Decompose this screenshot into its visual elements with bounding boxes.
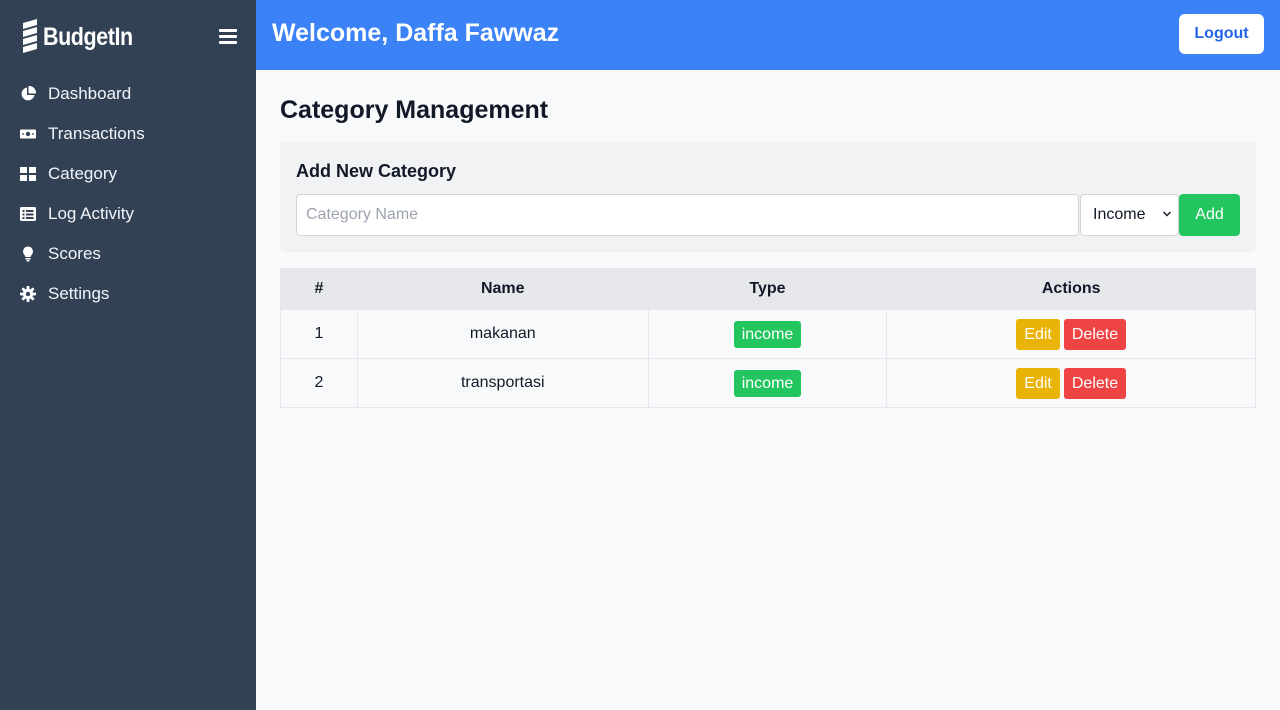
sidebar-item-label: Settings — [48, 284, 110, 303]
welcome-message: Welcome, Daffa Fawwaz — [272, 19, 560, 47]
sidebar-item-transactions[interactable]: Transactions — [0, 114, 256, 154]
row-type-cell: income — [647, 309, 888, 359]
sidebar-item-label: Category — [48, 164, 117, 183]
sidebar-item-settings[interactable]: Settings — [0, 274, 256, 314]
pie-chart-icon — [20, 86, 36, 102]
type-badge: income — [733, 320, 802, 348]
sidebar-nav: Dashboard Transactions Category Log Acti… — [0, 74, 256, 314]
sidebar-item-category[interactable]: Category — [0, 154, 256, 194]
sidebar-item-label: Dashboard — [48, 84, 132, 103]
page-title: Category Management — [280, 96, 549, 124]
sidebar-item-scores[interactable]: Scores — [0, 234, 256, 274]
table-row: 2 transportasi income Edit Delete — [280, 358, 1256, 408]
sidebar-item-label: Log Activity — [48, 204, 134, 223]
money-bill-icon — [20, 126, 36, 142]
sidebar-item-label: Scores — [48, 244, 101, 263]
category-table: # Name Type Actions 1 makanan income Edi… — [280, 268, 1256, 408]
sidebar-item-dashboard[interactable]: Dashboard — [0, 74, 256, 114]
delete-button[interactable]: Delete — [1063, 367, 1127, 399]
row-name: transportasi — [356, 358, 649, 408]
logout-button[interactable]: Logout — [1179, 14, 1264, 54]
grid-icon — [20, 166, 36, 182]
list-icon — [20, 206, 36, 222]
stacked-s-logo-icon — [23, 19, 37, 53]
sidebar-item-log-activity[interactable]: Log Activity — [0, 194, 256, 234]
column-header-type[interactable]: Type — [647, 268, 888, 310]
top-header: Welcome, Daffa Fawwaz Logout — [256, 0, 1280, 70]
row-number: 2 — [280, 358, 358, 408]
table-header-row: # Name Type Actions — [280, 268, 1256, 310]
add-category-title: Add New Category — [296, 161, 457, 181]
edit-button[interactable]: Edit — [1016, 367, 1060, 399]
table-row: 1 makanan income Edit Delete — [280, 309, 1256, 359]
add-category-button[interactable]: Add — [1179, 194, 1240, 236]
brand-name: BudgetIn — [43, 22, 133, 51]
hamburger-icon[interactable] — [219, 29, 237, 47]
column-header-name[interactable]: Name — [356, 268, 649, 310]
type-badge: income — [733, 369, 802, 397]
row-name: makanan — [356, 309, 649, 359]
row-number: 1 — [280, 309, 358, 359]
gear-icon — [20, 286, 36, 302]
brand[interactable]: BudgetIn — [20, 18, 147, 56]
delete-button[interactable]: Delete — [1063, 318, 1127, 350]
lightbulb-icon — [20, 246, 36, 262]
edit-button[interactable]: Edit — [1016, 318, 1060, 350]
row-type-cell: income — [647, 358, 888, 408]
column-header-number[interactable]: # — [280, 268, 358, 310]
row-actions: Edit Delete — [886, 309, 1256, 359]
row-actions: Edit Delete — [886, 358, 1256, 408]
type-select-value: Income — [1093, 206, 1146, 223]
column-header-actions: Actions — [886, 268, 1256, 310]
sidebar: BudgetIn Dashboard Transactions Category — [0, 0, 256, 710]
sidebar-item-label: Transactions — [48, 124, 145, 143]
chevron-down-icon — [1163, 211, 1171, 217]
category-name-input[interactable] — [296, 194, 1079, 236]
add-category-card: Add New Category Income Add — [280, 142, 1256, 252]
category-type-select[interactable]: Income — [1080, 194, 1179, 236]
